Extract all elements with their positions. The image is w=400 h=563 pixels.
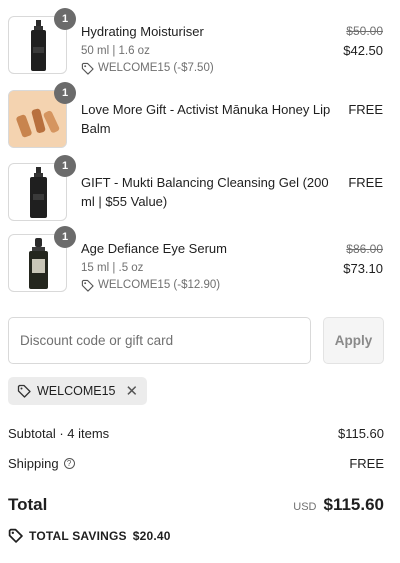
- savings-value: $20.40: [132, 528, 171, 543]
- applied-code: WELCOME15: [37, 384, 116, 398]
- product-variant: 15 ml | .5 oz: [81, 262, 144, 274]
- item-discount-text: WELCOME15 (-$7.50): [98, 62, 214, 74]
- product-name: Age Defiance Eye Serum: [81, 241, 227, 256]
- quantity-badge: 1: [54, 82, 76, 104]
- product-name: Hydrating Moisturiser: [81, 24, 204, 39]
- product-thumbnail: 1: [8, 226, 76, 292]
- total-value: $115.60: [323, 495, 384, 514]
- subtotal-label: Subtotal · 4 items: [8, 426, 110, 441]
- currency-code: USD: [293, 501, 317, 513]
- tag-icon: [17, 384, 31, 398]
- product-thumbnail: 1: [8, 155, 76, 221]
- discount-code-input[interactable]: [8, 317, 311, 364]
- shipping-value: FREE: [349, 456, 384, 471]
- shipping-row: Shipping ? FREE: [8, 456, 384, 471]
- total-label: Total: [8, 495, 48, 514]
- item-price: $42.50: [343, 43, 383, 58]
- savings-label: TOTAL SAVINGS: [29, 528, 127, 543]
- apply-button[interactable]: Apply: [323, 317, 384, 364]
- item-price: $73.10: [343, 261, 383, 276]
- quantity-badge: 1: [54, 8, 76, 30]
- quantity-badge: 1: [54, 226, 76, 248]
- item-price: FREE: [348, 102, 383, 117]
- product-name: Love More Gift - Activist Mānuka Honey L…: [81, 102, 331, 136]
- quantity-badge: 1: [54, 155, 76, 177]
- product-variant: 50 ml | 1.6 oz: [81, 45, 150, 57]
- applied-discount-chip: WELCOME15 ✕: [8, 377, 148, 405]
- total-savings: TOTAL SAVINGS $20.40: [8, 528, 171, 543]
- item-discount-text: WELCOME15 (-$12.90): [98, 279, 221, 291]
- item-price: FREE: [348, 175, 383, 190]
- help-icon[interactable]: ?: [63, 458, 75, 469]
- original-price: $86.00: [346, 242, 383, 256]
- item-discount: WELCOME15 (-$7.50): [81, 60, 343, 76]
- product-thumbnail: 1: [8, 82, 76, 148]
- tag-icon: [81, 279, 94, 292]
- shipping-label: Shipping: [8, 456, 59, 471]
- discount-form: Apply: [8, 317, 384, 364]
- subtotal-row: Subtotal · 4 items $115.60: [8, 426, 384, 441]
- original-price: $50.00: [346, 24, 383, 38]
- tag-icon: [81, 62, 94, 75]
- total-row: Total USD $115.60: [8, 495, 384, 515]
- product-thumbnail: 1: [8, 8, 76, 74]
- subtotal-value: $115.60: [337, 426, 384, 441]
- remove-discount-icon[interactable]: ✕: [126, 384, 139, 399]
- tag-icon: [8, 528, 23, 543]
- item-discount: WELCOME15 (-$12.90): [81, 277, 343, 293]
- product-name: GIFT - Mukti Balancing Cleansing Gel (20…: [81, 175, 329, 209]
